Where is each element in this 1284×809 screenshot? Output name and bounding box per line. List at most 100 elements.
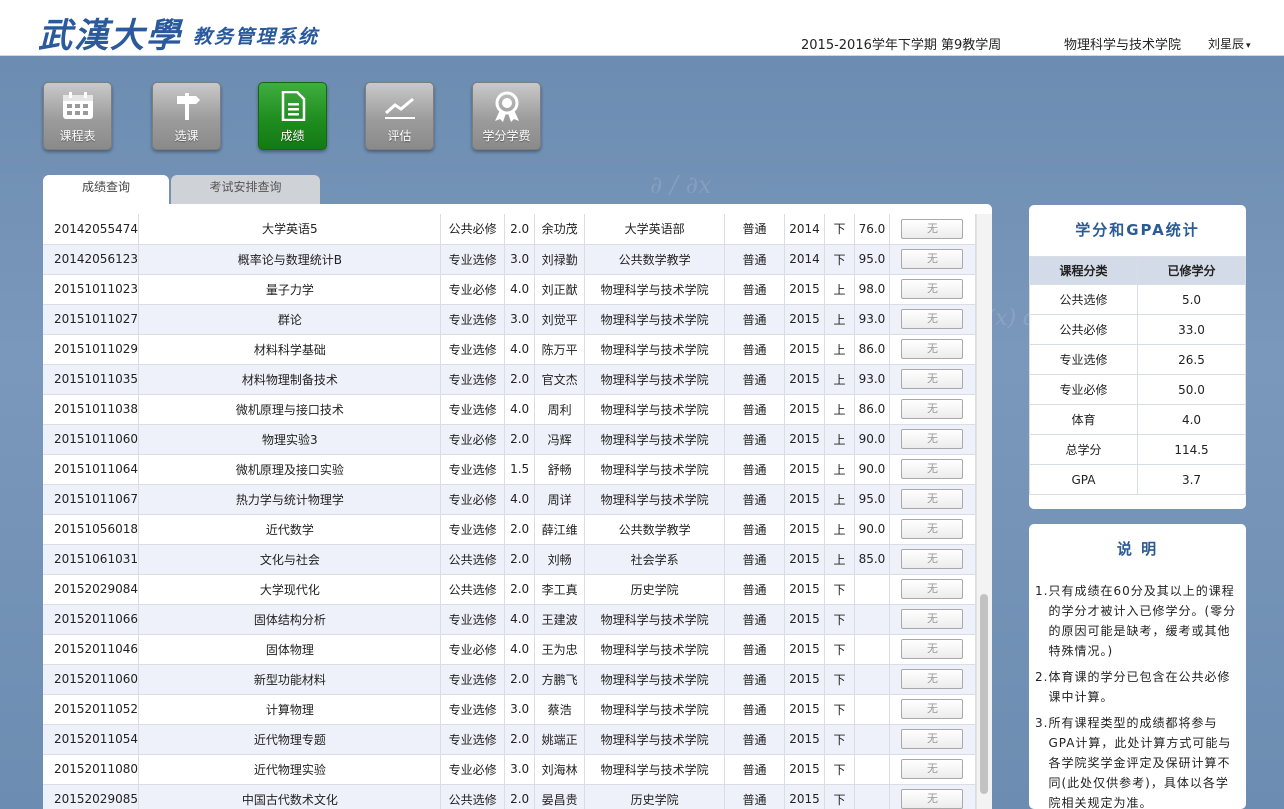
detail-button[interactable]: 无 <box>901 218 964 239</box>
course-id: 20142056123 <box>43 244 140 275</box>
table-row: 20151011064 微机原理及接口实验 专业选修 1.5 舒畅 物理科学与技术学院 普通… <box>43 454 977 485</box>
detail-button[interactable]: 无 <box>901 369 964 389</box>
course-credit: 2.0 <box>504 364 536 395</box>
nav-grades-button[interactable]: 成绩 <box>258 82 327 150</box>
course-score: 95.0 <box>854 484 890 515</box>
stats-category: 体育 <box>1029 404 1138 435</box>
course-credit: 2.0 <box>504 214 536 245</box>
user-menu[interactable]: 刘星辰 ▾ <box>1208 35 1251 52</box>
course-semester: 上 <box>824 454 855 485</box>
course-teacher: 周利 <box>534 394 586 425</box>
action-cell: 无 <box>889 574 977 605</box>
course-department: 公共数学教学 <box>584 514 726 545</box>
detail-button[interactable]: 无 <box>901 699 964 719</box>
course-name: 大学英语5 <box>138 214 442 245</box>
course-department: 历史学院 <box>584 574 726 605</box>
course-department: 物理科学与技术学院 <box>584 754 726 785</box>
logo-university: 武漢大學 <box>38 16 182 56</box>
stats-row: 总学分 114.5 <box>1029 434 1246 465</box>
course-department: 物理科学与技术学院 <box>584 604 726 635</box>
signpost-icon <box>153 91 220 121</box>
course-name: 热力学与统计物理学 <box>138 484 442 515</box>
course-id: 20151011023 <box>43 274 140 305</box>
calendar-icon <box>44 91 111 121</box>
stats-table: 课程分类 已修学分 公共选修 5.0 公共必修 33.0 专业选修 26.5 专业必修 50.… <box>1029 256 1246 495</box>
course-teacher: 蔡浩 <box>534 694 586 725</box>
nav-label: 学分学费 <box>482 129 531 143</box>
course-teacher: 陈万平 <box>534 334 586 365</box>
course-nature: 普通 <box>724 334 786 365</box>
logo-system-name: 教务管理系统 <box>193 26 320 48</box>
nav-evaluation-button[interactable]: 评估 <box>365 82 434 150</box>
notes-title: 说 明 <box>1116 540 1159 558</box>
course-year: 2015 <box>784 664 825 695</box>
detail-button[interactable]: 无 <box>901 729 964 749</box>
course-score: 90.0 <box>854 514 890 545</box>
course-id: 20142055474 <box>43 214 140 245</box>
detail-button[interactable]: 无 <box>901 549 964 569</box>
course-name: 计算物理 <box>138 694 442 725</box>
course-id: 20152011060 <box>43 664 140 695</box>
notes-card: 说 明 1. 只有成绩在60分及其以上的课程的学分才被计入已修学分。(零分的原因可… <box>1029 524 1246 809</box>
course-semester: 上 <box>824 334 855 365</box>
course-score <box>854 754 890 785</box>
course-score: 95.0 <box>854 244 890 275</box>
course-teacher: 王建波 <box>534 604 586 635</box>
detail-button[interactable]: 无 <box>901 489 964 509</box>
nav-schedule-button[interactable]: 课程表 <box>43 82 112 150</box>
course-department: 物理科学与技术学院 <box>584 424 726 455</box>
table-row: 20152011052 计算物理 专业选修 3.0 蔡浩 物理科学与技术学院 普通 2015 下… <box>43 694 977 725</box>
tab-exam-schedule[interactable]: 考试安排查询 <box>171 175 320 205</box>
note-item: 3. 所有课程类型的成绩都将参与GPA计算，此处计算方式可能与各学院奖学金评定及保… <box>1035 713 1238 809</box>
detail-button[interactable]: 无 <box>901 519 964 539</box>
table-row: 20151056018 近代数学 专业选修 2.0 薛江维 公共数学教学 普通 2015 上 90… <box>43 514 977 545</box>
tab-grade-query[interactable]: 成绩查询 <box>43 175 169 205</box>
course-nature: 普通 <box>724 724 786 755</box>
course-year: 2015 <box>784 454 825 485</box>
detail-button[interactable]: 无 <box>901 399 964 419</box>
nav-course-select-button[interactable]: 选课 <box>152 82 221 150</box>
course-score: 93.0 <box>854 304 890 335</box>
detail-button[interactable]: 无 <box>901 459 964 479</box>
stats-credits: 4.0 <box>1137 404 1246 435</box>
detail-button[interactable]: 无 <box>901 639 964 659</box>
detail-button[interactable]: 无 <box>901 609 964 629</box>
course-teacher: 姚端正 <box>534 724 586 755</box>
course-type: 公共选修 <box>440 574 506 605</box>
stats-credits: 114.5 <box>1137 434 1246 465</box>
course-year: 2015 <box>784 514 825 545</box>
detail-button[interactable]: 无 <box>901 759 964 779</box>
course-name: 近代物理专题 <box>138 724 442 755</box>
grades-panel: 20142055474 大学英语5 公共必修 2.0 余功茂 大学英语部 普通 2014 下 76… <box>43 204 992 809</box>
course-semester: 下 <box>824 664 855 695</box>
course-name: 概率论与数理统计B <box>138 244 442 275</box>
detail-button[interactable]: 无 <box>901 429 964 449</box>
course-name: 近代数学 <box>138 514 442 545</box>
detail-button[interactable]: 无 <box>901 669 964 689</box>
action-cell: 无 <box>889 304 977 335</box>
nav-label: 选课 <box>174 129 199 143</box>
action-cell: 无 <box>889 604 977 635</box>
course-teacher: 刘畅 <box>534 544 586 575</box>
scrollbar-thumb[interactable] <box>980 594 988 794</box>
course-type: 专业选修 <box>440 664 506 695</box>
table-row: 20151011027 群论 专业选修 3.0 刘觉平 物理科学与技术学院 普通 2015 上 9… <box>43 304 977 335</box>
course-type: 公共选修 <box>440 544 506 575</box>
detail-button[interactable]: 无 <box>901 789 964 809</box>
course-score: 76.0 <box>854 214 890 245</box>
stats-credits: 5.0 <box>1137 284 1246 315</box>
course-teacher: 刘正猷 <box>534 274 586 305</box>
nav-credits-fees-button[interactable]: 学分学费 <box>472 82 541 150</box>
course-department: 物理科学与技术学院 <box>584 274 726 305</box>
detail-button[interactable]: 无 <box>901 309 964 329</box>
detail-button[interactable]: 无 <box>901 249 964 269</box>
stats-credits: 3.7 <box>1137 464 1246 495</box>
course-type: 专业必修 <box>440 424 506 455</box>
note-text: 体育课的学分已包含在公共必修课中计算。 <box>1048 670 1231 704</box>
detail-button[interactable]: 无 <box>901 339 964 359</box>
course-type: 专业必修 <box>440 484 506 515</box>
college-name: 物理科学与技术学院 <box>1064 38 1182 53</box>
detail-button[interactable]: 无 <box>901 579 964 599</box>
note-number: 2. <box>1035 670 1049 684</box>
detail-button[interactable]: 无 <box>901 279 964 299</box>
